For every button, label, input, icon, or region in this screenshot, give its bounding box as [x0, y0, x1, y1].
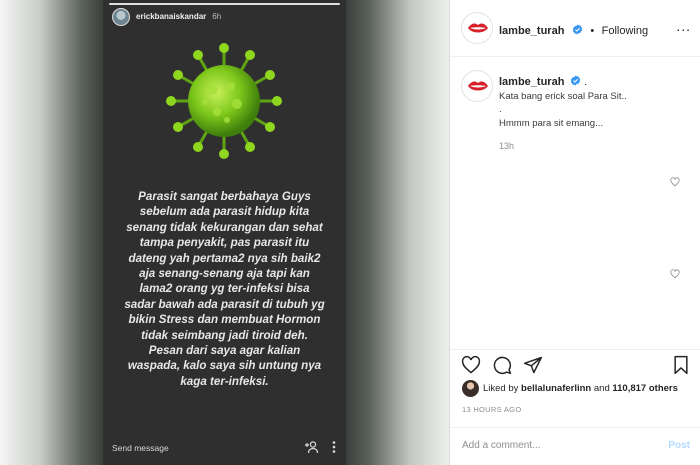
more-vert-icon[interactable] — [330, 440, 338, 454]
comment-like-heart-icon[interactable] — [670, 177, 680, 187]
likes-count-link[interactable]: 110,817 others — [612, 383, 678, 394]
virus-icon — [166, 43, 282, 159]
comment-icon[interactable] — [492, 355, 512, 375]
header-username[interactable]: lambe_turah — [499, 25, 564, 37]
bookmark-icon[interactable] — [671, 355, 691, 375]
caption-time: 13h — [499, 141, 515, 151]
header-dot-separator: • — [590, 25, 595, 37]
caption-line-3: Hmmm para sit emang... — [499, 118, 603, 129]
send-message-input[interactable]: Send message — [112, 443, 169, 453]
likes-middle: and — [591, 383, 613, 394]
story-avatar[interactable] — [112, 8, 130, 26]
story-time: 6h — [212, 12, 222, 21]
caption-avatar[interactable] — [461, 70, 493, 102]
story-username-text[interactable]: erickbanaiskandar — [136, 12, 206, 21]
heart-icon[interactable] — [461, 355, 481, 375]
lips-logo-icon — [463, 72, 492, 101]
post-comment-button[interactable]: Post — [668, 440, 690, 451]
post-actions: Liked by bellalunaferlinn and 110,817 ot… — [450, 349, 700, 465]
avatar[interactable] — [461, 12, 493, 44]
header-user-line: lambe_turah • Following — [499, 21, 648, 39]
likes-summary: Liked by bellalunaferlinn and 110,817 ot… — [483, 383, 678, 394]
post-header: lambe_turah • Following ... — [450, 0, 700, 57]
post-timestamp[interactable]: 13 HOURS AGO — [462, 405, 521, 414]
caption-line-2: . — [499, 104, 502, 115]
following-button[interactable]: Following — [602, 25, 648, 37]
post-side-panel: lambe_turah • Following ... lambe_turah — [449, 0, 700, 465]
more-options-icon[interactable]: ... — [676, 19, 691, 33]
verified-badge-icon — [571, 75, 581, 86]
caption-user-line: lambe_turah . — [499, 75, 587, 88]
caption-suffix: . — [584, 76, 588, 88]
story-progress-bar — [109, 3, 340, 5]
liked-by-user-link[interactable]: bellalunaferlinn — [521, 383, 591, 394]
likes-prefix: Liked by — [483, 383, 522, 394]
comment-box: Post — [450, 427, 700, 465]
comment-input[interactable] — [462, 440, 642, 451]
verified-badge-icon — [572, 24, 583, 35]
story-viewer[interactable]: erickbanaiskandar 6h Parasit sangat berb… — [103, 0, 346, 465]
caption-line-1: Kata bang erick soal Para Sit.. — [499, 91, 627, 102]
comment-like-heart-icon[interactable] — [670, 269, 680, 279]
story-username[interactable]: erickbanaiskandar 6h — [136, 12, 221, 21]
add-person-icon[interactable] — [303, 440, 319, 454]
share-icon[interactable] — [523, 355, 543, 375]
story-text: Parasit sangat berbahaya Guys sebelum ad… — [124, 190, 325, 388]
lips-logo-icon — [463, 14, 492, 43]
post-media: erickbanaiskandar 6h Parasit sangat berb… — [0, 0, 449, 465]
liked-by-avatar[interactable] — [462, 380, 479, 397]
caption-username[interactable]: lambe_turah — [499, 76, 564, 88]
